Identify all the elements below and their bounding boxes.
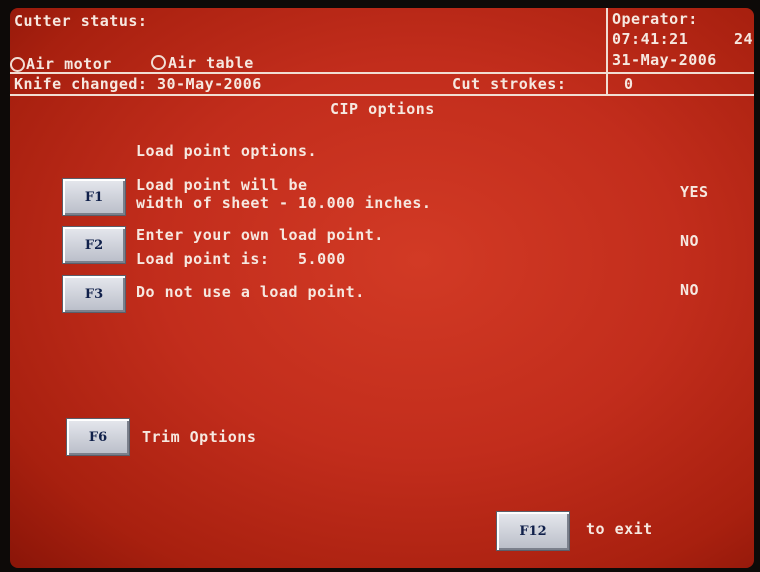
header-rule-top (10, 72, 754, 74)
cut-strokes-value: 0 (624, 75, 634, 93)
f12-exit-button[interactable]: F12 (496, 511, 570, 551)
air-table-label: Air table (168, 54, 254, 72)
f3-option-value: NO (680, 281, 700, 299)
f1-option-value: YES (680, 183, 709, 201)
f2-option-value: NO (680, 232, 700, 250)
f2-button[interactable]: F2 (62, 226, 126, 264)
f3-option-line1: Do not use a load point. (136, 283, 365, 301)
f1-option-line1: Load point will be (136, 176, 308, 194)
section-heading: Load point options. (136, 142, 318, 160)
cutter-screen: Cutter status: Operator: 07:41:21 24 31-… (10, 8, 754, 568)
current-date: 31-May-2006 (612, 51, 717, 69)
air-motor-radio[interactable] (10, 57, 25, 72)
operator-label: Operator: (612, 10, 698, 28)
cut-strokes-label: Cut strokes: (452, 75, 567, 93)
clock-time: 07:41:21 (612, 30, 689, 48)
trim-options-label: Trim Options (142, 428, 257, 446)
strokes-divider (606, 74, 608, 94)
air-motor-label: Air motor (26, 55, 112, 73)
f2-option-line1: Enter your own load point. (136, 226, 384, 244)
f6-button[interactable]: F6 (66, 418, 130, 456)
exit-label: to exit (586, 520, 653, 538)
page-title: CIP options (330, 100, 435, 118)
f1-button[interactable]: F1 (62, 178, 126, 216)
f2-option-line2: Load point is: 5.000 (136, 250, 346, 268)
header-rule-bottom (10, 94, 754, 96)
clock-suffix: 24 (734, 30, 754, 48)
cutter-status-label: Cutter status: (14, 12, 148, 30)
knife-changed-label: Knife changed: 30-May-2006 (14, 75, 262, 93)
f1-option-line2: width of sheet - 10.000 inches. (136, 194, 432, 212)
header-divider (606, 8, 608, 74)
air-table-radio[interactable] (151, 55, 166, 70)
f3-button[interactable]: F3 (62, 275, 126, 313)
